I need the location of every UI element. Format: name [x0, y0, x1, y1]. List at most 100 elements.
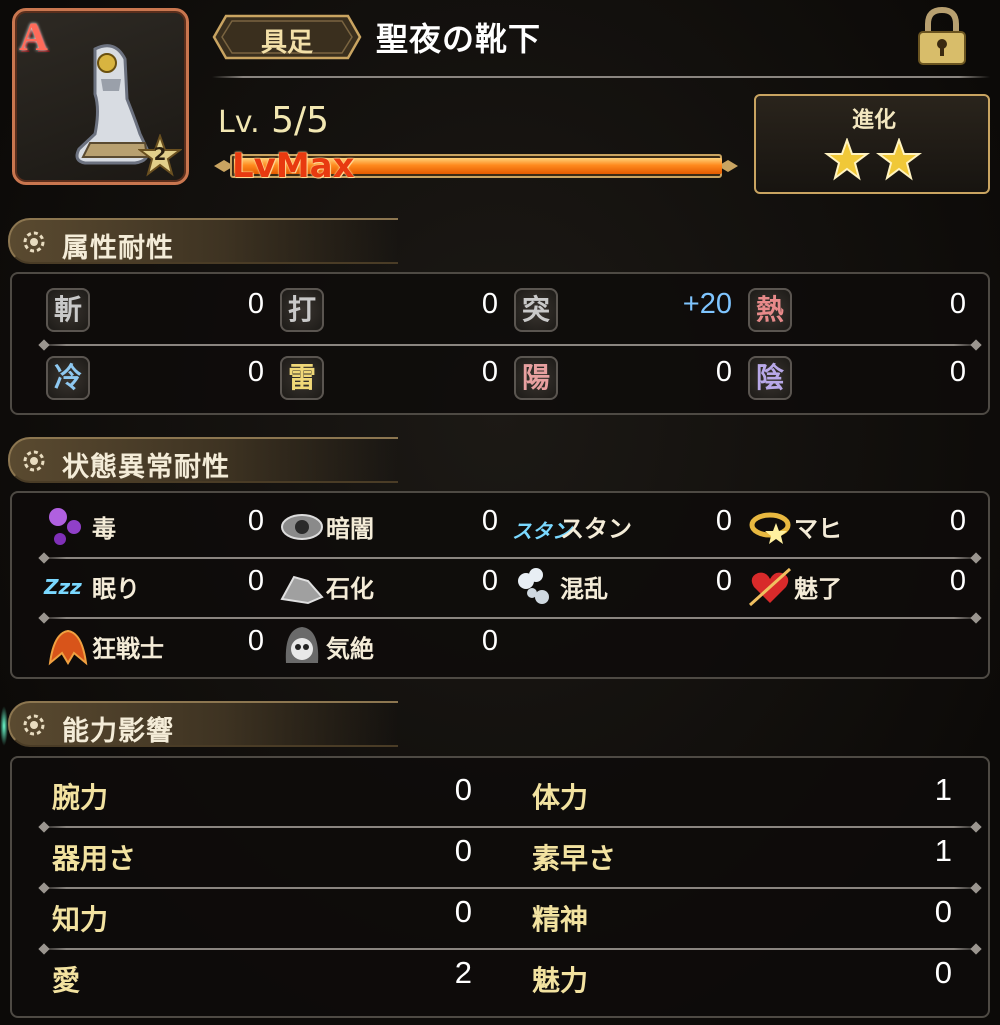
element-resist-value: 0 [247, 356, 264, 388]
evolution-panel: 進化 [754, 94, 990, 194]
card-star-badge: 2 [137, 133, 183, 178]
status-resist-item: 魅了 0 [746, 555, 966, 615]
element-icon: 突 [512, 286, 560, 334]
status-resist-label: 混乱 [560, 575, 608, 603]
ability-effect-value: 0 [454, 772, 472, 807]
element-icon: 陽 [512, 354, 560, 402]
element-resist-value: 0 [481, 356, 498, 388]
lock-button[interactable] [914, 6, 970, 66]
evolution-label: 進化 [851, 108, 896, 133]
element-icon: 冷 [44, 354, 92, 402]
ability-effect-label: 素早さ [532, 842, 617, 875]
item-name: 聖夜の靴下 [376, 20, 542, 58]
status-resist-value: 0 [715, 505, 732, 537]
element-resist-panel: 斬 0 打 0 突 +20 熱 0 冷 0 雷 0 陽 0 陰 0 [10, 272, 990, 415]
row-divider [38, 948, 982, 950]
star-icon [824, 138, 870, 181]
status-resist-item: マヒ 0 [746, 495, 966, 555]
status-resist-item: 狂戦士 0 [44, 615, 264, 675]
element-resist-value: 0 [949, 288, 966, 320]
gear-icon [23, 231, 45, 253]
ability-effect-panel: 腕力 0 体力 1 器用さ 0 素早さ 1 知力 0 精神 0 愛 2 魅力 0 [10, 756, 990, 1018]
ability-effect-label: 体力 [532, 781, 589, 814]
ability-effect-value: 1 [934, 833, 952, 868]
evolution-stars [824, 138, 922, 181]
ability-effect-value: 0 [934, 955, 952, 990]
ability-effect-label: 知力 [52, 903, 109, 936]
gear-icon [23, 714, 45, 736]
row-divider [38, 887, 982, 889]
heart-arrow-icon [746, 563, 794, 611]
status-resist-label: 石化 [326, 575, 374, 603]
section-title: 状態異常耐性 [62, 452, 230, 483]
element-icon-glyph: 冷 [46, 356, 90, 400]
status-resist-label: スタン [560, 515, 632, 543]
paralysis-icon [746, 503, 794, 551]
level-value: 5/5 [271, 100, 330, 141]
element-icon-glyph: 打 [280, 288, 324, 332]
element-icon: 打 [278, 286, 326, 334]
status-resist-value: 0 [481, 565, 498, 597]
ability-effect-label: 愛 [52, 964, 81, 997]
card-rank: A [19, 14, 48, 59]
status-resist-label: 眠り [92, 575, 140, 603]
element-resist-item: 熱0 [746, 278, 966, 338]
eye-icon [278, 503, 326, 551]
element-icon: 陰 [746, 354, 794, 402]
status-icon-text: Zzz [44, 575, 82, 599]
ability-effect-value: 0 [454, 894, 472, 929]
berserk-icon [44, 623, 92, 671]
section-title: 能力影響 [62, 716, 174, 747]
element-resist-item: 陰0 [746, 346, 966, 406]
edge-glow [0, 706, 8, 746]
ability-effect-value: 0 [454, 833, 472, 868]
ability-effect-label: 精神 [532, 903, 589, 936]
ability-effect-item: 素早さ 1 [492, 821, 952, 881]
level-bar: LvMax [214, 148, 738, 184]
status-resist-label: 暗闇 [326, 515, 374, 543]
element-resist-item: 斬0 [44, 278, 264, 338]
element-resist-header: 属性耐性 [8, 218, 398, 264]
category-tag: 具足 [212, 14, 362, 60]
ability-effect-item: 体力 1 [492, 760, 952, 820]
sleep-icon: Zzz [44, 563, 92, 611]
status-resist-label: マヒ [794, 515, 842, 543]
ability-effect-header: 能力影響 [8, 701, 398, 747]
status-resist-item: Zzz 眠り 0 [44, 555, 264, 615]
element-icon-glyph: 熱 [748, 288, 792, 332]
status-resist-value: 0 [949, 505, 966, 537]
status-resist-value: 0 [247, 565, 264, 597]
row-divider [38, 344, 982, 346]
ability-effect-label: 魅力 [532, 964, 589, 997]
row-divider [38, 617, 982, 619]
ability-effect-value: 1 [934, 772, 952, 807]
poison-icon [44, 503, 92, 551]
skull-icon [278, 623, 326, 671]
status-resist-label: 狂戦士 [92, 635, 164, 663]
status-resist-item: 暗闇 0 [278, 495, 498, 555]
row-divider [38, 557, 982, 559]
gear-icon [23, 450, 45, 472]
status-resist-label: 魅了 [794, 575, 842, 603]
element-resist-value: +20 [682, 288, 732, 320]
status-resist-label: 気絶 [326, 635, 374, 663]
status-resist-value: 0 [247, 505, 264, 537]
element-icon-glyph: 雷 [280, 356, 324, 400]
element-resist-item: 陽0 [512, 346, 732, 406]
ability-effect-item: 器用さ 0 [12, 821, 472, 881]
category-label: 具足 [260, 28, 313, 58]
status-resist-header: 状態異常耐性 [8, 437, 398, 483]
status-resist-value: 0 [481, 625, 498, 657]
card-star-count: 2 [153, 144, 167, 165]
ability-effect-label: 器用さ [52, 842, 137, 875]
element-icon-glyph: 突 [514, 288, 558, 332]
ability-effect-item: 魅力 0 [492, 943, 952, 1003]
level-prefix: Lv. [218, 105, 260, 140]
status-resist-item: 混乱 0 [512, 555, 732, 615]
element-icon: 雷 [278, 354, 326, 402]
element-resist-item: 突 +20 [512, 278, 732, 338]
element-icon: 熱 [746, 286, 794, 334]
ability-effect-value: 2 [454, 955, 472, 990]
ability-effect-label: 腕力 [52, 781, 109, 814]
item-card[interactable]: A 2 [12, 8, 189, 185]
